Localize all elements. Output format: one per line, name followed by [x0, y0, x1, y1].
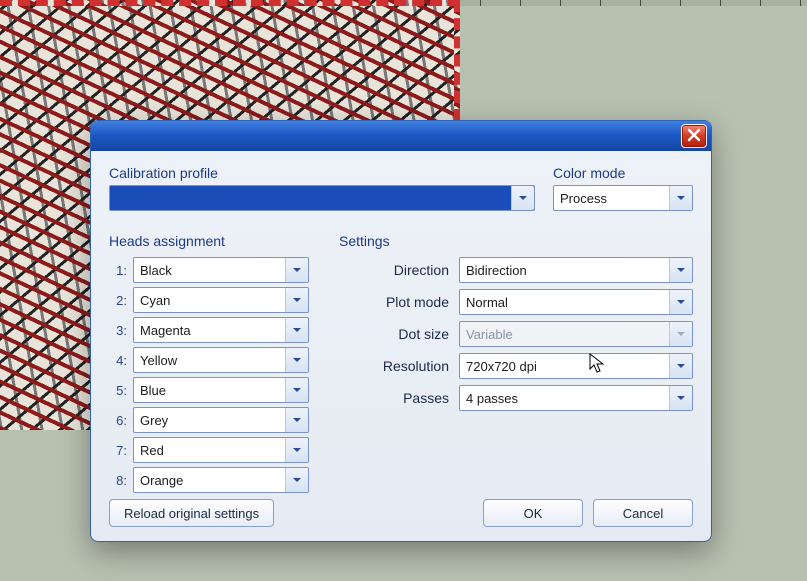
passes-dropdown[interactable]: 4 passes — [459, 385, 693, 411]
reload-button-label: Reload original settings — [124, 506, 259, 521]
dialog-titlebar — [91, 121, 711, 151]
head-row: 2: Cyan — [109, 287, 309, 313]
plot-mode-value: Normal — [466, 295, 508, 310]
direction-dropdown[interactable]: Bidirection — [459, 257, 693, 283]
chevron-down-icon — [285, 438, 308, 462]
head-8-dropdown[interactable]: Orange — [133, 467, 309, 493]
close-icon — [687, 128, 701, 145]
ok-button[interactable]: OK — [483, 499, 583, 527]
chevron-down-icon — [669, 290, 692, 314]
head-value: Magenta — [140, 323, 191, 338]
head-row: 7: Red — [109, 437, 309, 463]
heads-assignment-label: Heads assignment — [109, 233, 309, 249]
resolution-dropdown[interactable]: 720x720 dpi — [459, 353, 693, 379]
direction-label: Direction — [339, 262, 449, 278]
head-row: 4: Yellow — [109, 347, 309, 373]
chevron-down-icon — [669, 186, 692, 210]
head-index: 5: — [109, 383, 127, 398]
reload-original-settings-button[interactable]: Reload original settings — [109, 499, 274, 527]
head-row: 3: Magenta — [109, 317, 309, 343]
chevron-down-icon — [669, 386, 692, 410]
passes-label: Passes — [339, 390, 449, 406]
head-value: Blue — [140, 383, 166, 398]
color-mode-label: Color mode — [553, 165, 693, 181]
head-value: Yellow — [140, 353, 177, 368]
head-1-dropdown[interactable]: Black — [133, 257, 309, 283]
print-settings-dialog: Calibration profile Color mode Process H… — [90, 120, 712, 542]
head-value: Orange — [140, 473, 183, 488]
chevron-down-icon — [285, 378, 308, 402]
direction-value: Bidirection — [466, 263, 527, 278]
head-value: Black — [140, 263, 172, 278]
head-index: 4: — [109, 353, 127, 368]
chevron-down-icon — [285, 408, 308, 432]
chevron-down-icon — [285, 318, 308, 342]
passes-value: 4 passes — [466, 391, 518, 406]
chevron-down-icon — [669, 354, 692, 378]
color-mode-value: Process — [560, 191, 607, 206]
head-5-dropdown[interactable]: Blue — [133, 377, 309, 403]
chevron-down-icon — [285, 288, 308, 312]
head-row: 1: Black — [109, 257, 309, 283]
settings-label: Settings — [339, 233, 693, 249]
resolution-label: Resolution — [339, 358, 449, 374]
head-index: 8: — [109, 473, 127, 488]
head-index: 7: — [109, 443, 127, 458]
head-6-dropdown[interactable]: Grey — [133, 407, 309, 433]
calibration-profile-dropdown[interactable] — [109, 185, 535, 211]
dot-size-dropdown: Variable — [459, 321, 693, 347]
head-2-dropdown[interactable]: Cyan — [133, 287, 309, 313]
head-row: 8: Orange — [109, 467, 309, 493]
calibration-profile-label: Calibration profile — [109, 165, 535, 181]
head-row: 6: Grey — [109, 407, 309, 433]
dot-size-label: Dot size — [339, 326, 449, 342]
chevron-down-icon — [285, 258, 308, 282]
plot-mode-label: Plot mode — [339, 294, 449, 310]
head-row: 5: Blue — [109, 377, 309, 403]
chevron-down-icon — [669, 258, 692, 282]
color-mode-dropdown[interactable]: Process — [553, 185, 693, 211]
close-button[interactable] — [681, 124, 707, 148]
dot-size-value: Variable — [466, 327, 513, 342]
head-index: 6: — [109, 413, 127, 428]
head-value: Red — [140, 443, 164, 458]
head-value: Grey — [140, 413, 168, 428]
cancel-button[interactable]: Cancel — [593, 499, 693, 527]
chevron-down-icon — [285, 348, 308, 372]
head-value: Cyan — [140, 293, 170, 308]
chevron-down-icon — [285, 468, 308, 492]
head-index: 3: — [109, 323, 127, 338]
head-index: 1: — [109, 263, 127, 278]
head-index: 2: — [109, 293, 127, 308]
head-3-dropdown[interactable]: Magenta — [133, 317, 309, 343]
chevron-down-icon — [669, 322, 692, 346]
resolution-value: 720x720 dpi — [466, 359, 537, 374]
head-7-dropdown[interactable]: Red — [133, 437, 309, 463]
chevron-down-icon — [511, 186, 534, 210]
plot-mode-dropdown[interactable]: Normal — [459, 289, 693, 315]
cancel-button-label: Cancel — [623, 506, 663, 521]
head-4-dropdown[interactable]: Yellow — [133, 347, 309, 373]
ok-button-label: OK — [524, 506, 543, 521]
